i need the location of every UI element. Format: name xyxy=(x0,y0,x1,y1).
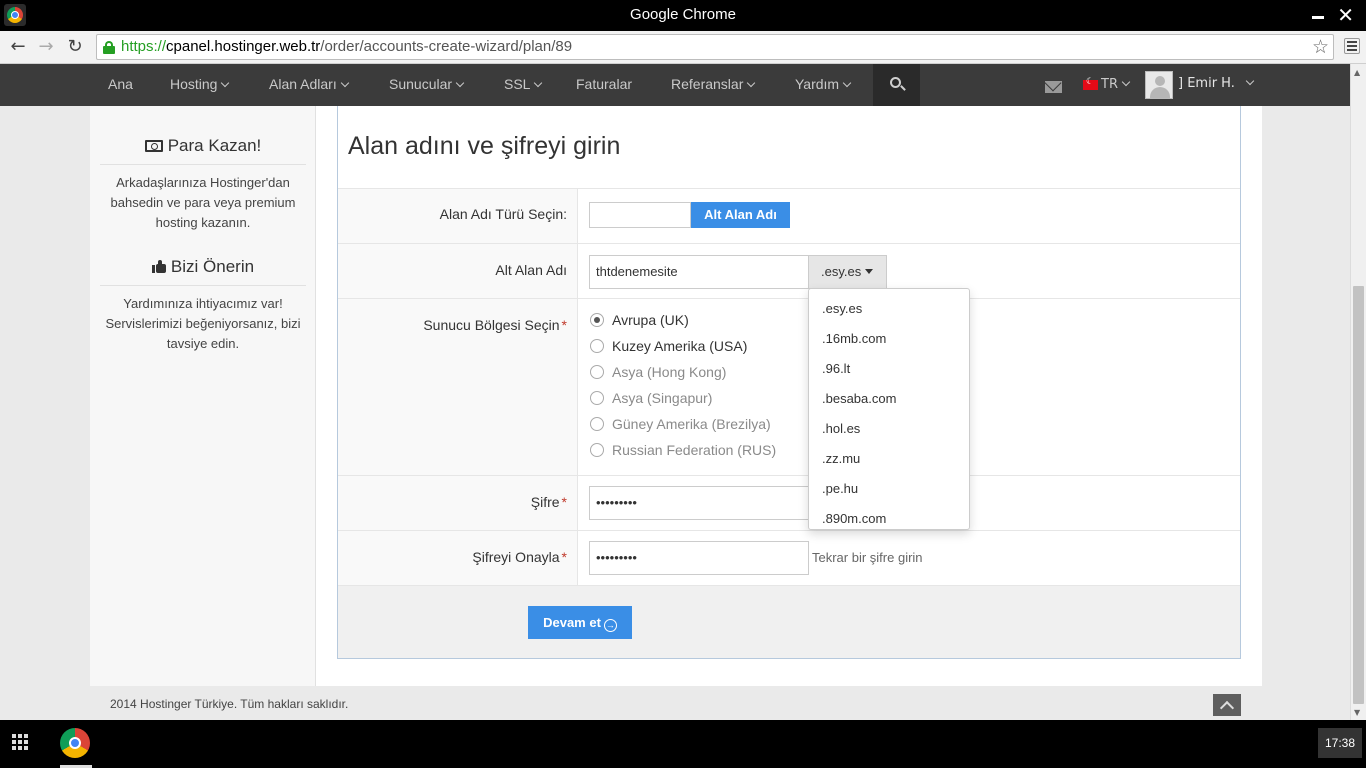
chevron-down-icon xyxy=(1121,77,1131,87)
domain-suffix-dropdown[interactable]: .esy.es xyxy=(808,255,887,289)
subdomain-row: Alt Alan Adı thtdenemesite .esy.es xyxy=(338,243,1240,298)
form-actions: Devam et → xyxy=(338,585,1240,658)
region-label: Sunucu Bölgesi Seçin * xyxy=(423,317,567,333)
region-option-singapore[interactable]: Asya (Singapur) xyxy=(590,389,712,406)
nav-item-alan-adlari[interactable]: Alan Adları xyxy=(269,76,349,92)
suffix-option[interactable]: .besaba.com xyxy=(809,384,969,414)
page-scrollbar[interactable]: ▲ ▼ xyxy=(1350,64,1366,720)
avatar[interactable] xyxy=(1145,71,1173,99)
thumbs-up-icon xyxy=(151,260,166,273)
domain-suffix-menu: .esy.es .16mb.com .96.lt .besaba.com .ho… xyxy=(808,288,970,530)
mail-icon[interactable] xyxy=(1045,81,1062,93)
region-option-brazil[interactable]: Güney Amerika (Brezilya) xyxy=(590,415,771,432)
window-titlebar: Google Chrome ✕ xyxy=(0,0,1366,31)
suffix-option[interactable]: .hol.es xyxy=(809,414,969,444)
confirm-password-field[interactable]: ••••••••• xyxy=(589,541,809,575)
reload-icon[interactable]: ↻ xyxy=(63,35,87,59)
site-navbar: Ana Hosting Alan Adları Sunucular SSL Fa… xyxy=(0,64,1350,106)
chevron-down-icon xyxy=(340,78,349,88)
scrollbar-thumb[interactable] xyxy=(1353,286,1364,704)
browser-toolbar: ← → ↻ https://cpanel.hostinger.web.tr/or… xyxy=(0,31,1366,64)
suffix-option[interactable]: .zz.mu xyxy=(809,444,969,474)
order-form: Alan adını ve şifreyi girin Alan Adı Tür… xyxy=(337,106,1241,659)
suffix-option[interactable]: .16mb.com xyxy=(809,324,969,354)
password-label: Şifre * xyxy=(530,494,567,510)
subdomain-label: Alt Alan Adı xyxy=(495,262,567,278)
nav-item-ssl[interactable]: SSL xyxy=(504,76,543,92)
earn-text: Arkadaşlarınıza Hostinger'dan bahsedin v… xyxy=(110,175,296,230)
address-bar[interactable]: https://cpanel.hostinger.web.tr/order/ac… xyxy=(96,34,1334,60)
confirm-password-label: Şifreyi Onayla * xyxy=(472,549,567,565)
sidebar: Para Kazan! Arkadaşlarınıza Hostinger'da… xyxy=(90,106,316,686)
earn-block: Para Kazan! Arkadaşlarınıza Hostinger'da… xyxy=(100,136,306,233)
earn-title: Para Kazan! xyxy=(167,136,262,155)
search-button[interactable] xyxy=(873,64,920,106)
continue-button[interactable]: Devam et → xyxy=(528,606,632,639)
nav-item-referanslar[interactable]: Referanslar xyxy=(671,76,756,92)
chrome-taskbar-icon[interactable] xyxy=(60,728,90,758)
nav-item-ana[interactable]: Ana xyxy=(108,76,133,92)
domain-type-blank-option[interactable] xyxy=(589,202,691,228)
chevron-down-icon xyxy=(842,78,852,88)
window-title: Google Chrome xyxy=(630,6,736,23)
forward-arrow-icon[interactable]: → xyxy=(34,35,58,59)
confirm-password-row: Şifreyi Onayla * ••••••••• Tekrar bir şif… xyxy=(338,530,1240,585)
chevron-down-icon xyxy=(534,78,543,88)
page-footer: 2014 Hostinger Türkiye. Tüm hakları sakl… xyxy=(90,686,1262,720)
suffix-option[interactable]: .pe.hu xyxy=(809,474,969,504)
nav-item-faturalar[interactable]: Faturalar xyxy=(576,76,632,92)
nav-item-yardim[interactable]: Yardım xyxy=(795,76,852,92)
money-icon xyxy=(144,140,163,152)
turkey-flag-icon[interactable] xyxy=(1083,77,1098,90)
chrome-menu-icon[interactable] xyxy=(1344,38,1360,54)
region-row: Sunucu Bölgesi Seçin * Avrupa (UK) Kuzey … xyxy=(338,298,1240,475)
chevron-down-icon xyxy=(1245,76,1255,86)
domain-type-row: Alan Adı Türü Seçin: Alt Alan Adı xyxy=(338,188,1240,243)
page-title: Alan adını ve şifreyi girin xyxy=(348,132,621,160)
region-option-usa[interactable]: Kuzey Amerika (USA) xyxy=(590,337,747,354)
recommend-text: Yardımınıza ihtiyacımız var! Servislerim… xyxy=(105,296,301,351)
app-grid-icon[interactable] xyxy=(12,734,32,754)
arrow-right-circle-icon: → xyxy=(603,619,617,632)
suffix-option[interactable]: .890m.com xyxy=(809,504,969,534)
subdomain-input[interactable]: thtdenemesite xyxy=(589,255,809,289)
copyright-text: 2014 Hostinger Türkiye. Tüm hakları sakl… xyxy=(110,697,349,711)
close-icon[interactable]: ✕ xyxy=(1337,3,1354,27)
nav-item-sunucular[interactable]: Sunucular xyxy=(389,76,465,92)
recommend-block: Bizi Önerin Yardımınıza ihtiyacımız var!… xyxy=(100,257,306,354)
taskbar-clock[interactable]: 17:38 xyxy=(1318,728,1362,758)
confirm-password-hint: Tekrar bir şifre girin xyxy=(812,550,923,565)
scroll-to-top-button[interactable] xyxy=(1213,694,1241,716)
page-viewport: Ana Hosting Alan Adları Sunucular SSL Fa… xyxy=(0,64,1350,720)
suffix-option[interactable]: .96.lt xyxy=(809,354,969,384)
domain-type-label: Alan Adı Türü Seçin: xyxy=(439,206,567,222)
caret-down-icon xyxy=(865,269,874,274)
url-text[interactable]: https://cpanel.hostinger.web.tr/order/ac… xyxy=(121,38,572,55)
taskbar: 17:38 xyxy=(0,720,1366,768)
minimize-icon[interactable] xyxy=(1312,16,1324,19)
password-row: Şifre * ••••••••• xyxy=(338,475,1240,530)
password-field[interactable]: ••••••••• xyxy=(589,486,809,520)
subdomain-type-button[interactable]: Alt Alan Adı xyxy=(691,202,790,228)
chevron-down-icon xyxy=(455,78,465,88)
region-option-hong-kong[interactable]: Asya (Hong Kong) xyxy=(590,363,726,380)
chevron-down-icon xyxy=(747,78,756,88)
scroll-up-arrow-icon[interactable]: ▲ xyxy=(1354,68,1360,77)
back-arrow-icon[interactable]: ← xyxy=(6,35,30,59)
region-option-uk[interactable]: Avrupa (UK) xyxy=(590,311,689,328)
chevron-down-icon xyxy=(221,78,230,88)
scroll-down-arrow-icon[interactable]: ▼ xyxy=(1354,708,1360,717)
user-menu[interactable]: ] Emir H. xyxy=(1178,76,1255,91)
page-container: Para Kazan! Arkadaşlarınıza Hostinger'da… xyxy=(90,106,1262,686)
recommend-title: Bizi Önerin xyxy=(170,257,255,276)
suffix-option[interactable]: .esy.es xyxy=(809,294,969,324)
nav-item-hosting[interactable]: Hosting xyxy=(170,76,230,92)
bookmark-star-icon[interactable]: ☆ xyxy=(1312,36,1329,58)
region-option-russia[interactable]: Russian Federation (RUS) xyxy=(590,441,776,458)
lock-icon xyxy=(103,41,115,54)
language-selector[interactable]: TR xyxy=(1101,77,1131,92)
